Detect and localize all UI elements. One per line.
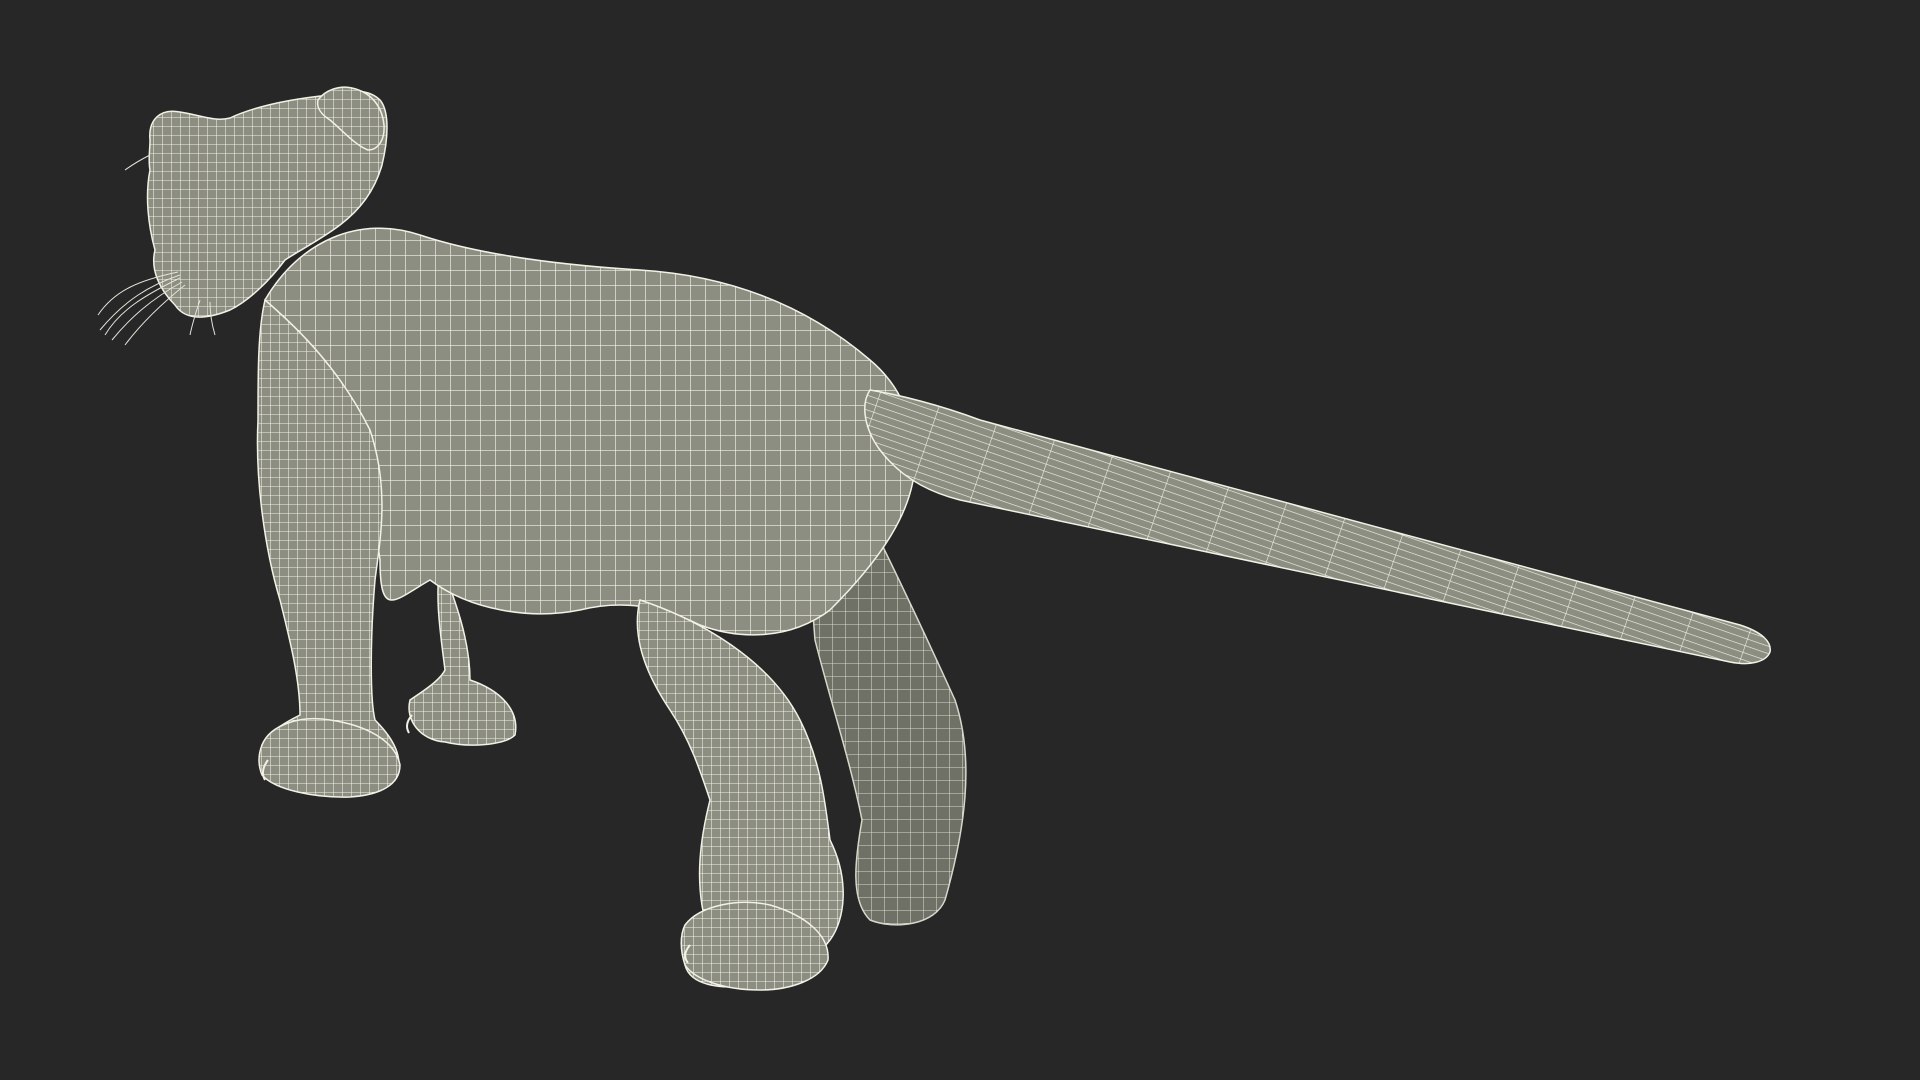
tail xyxy=(864,389,1771,665)
viewport xyxy=(0,0,1920,1080)
wireframe-render xyxy=(97,86,1771,991)
